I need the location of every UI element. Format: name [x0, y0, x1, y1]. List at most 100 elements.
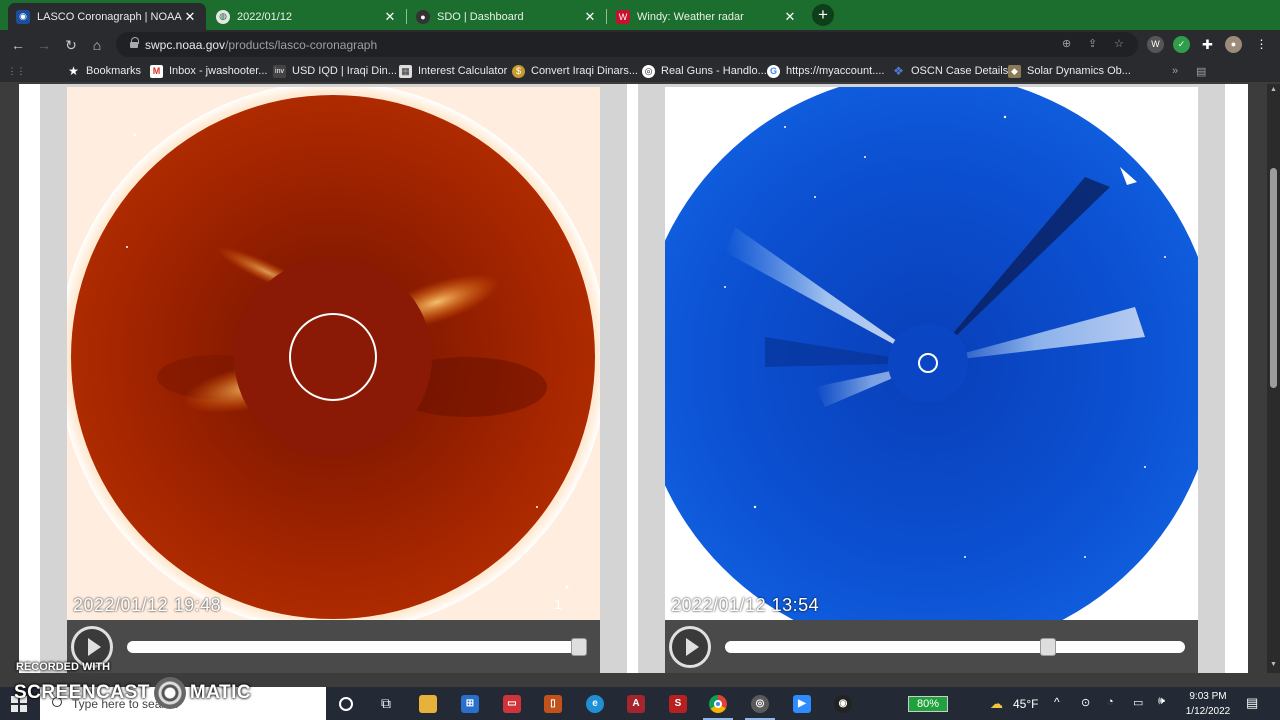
- forward-button[interactable]: →: [34, 35, 54, 55]
- bookmark-item[interactable]: Ghttps://myaccount....: [767, 63, 884, 79]
- scroll-down-icon[interactable]: ▼: [1269, 661, 1278, 668]
- zoom-app-icon[interactable]: ▶: [790, 692, 814, 715]
- c2-slider-thumb[interactable]: [571, 638, 587, 656]
- page-scrollbar[interactable]: ▲ ▼: [1267, 84, 1280, 673]
- tab-lasco-coronagraph[interactable]: ◉ LASCO Coronagraph | NOAA / N ✕: [8, 3, 206, 30]
- url-text: swpc.noaa.gov/products/lasco-coronagraph: [145, 38, 378, 52]
- extension-check-icon[interactable]: ✓: [1173, 36, 1190, 53]
- apps-icon[interactable]: ⋮⋮: [7, 63, 29, 79]
- c2-timeline-slider[interactable]: [127, 638, 587, 656]
- c2-image-svg: [67, 87, 600, 620]
- volume-icon[interactable]: 🕪: [1158, 695, 1165, 708]
- noaa-icon: ◉: [16, 9, 30, 24]
- extensions-puzzle-icon[interactable]: ✚: [1199, 36, 1216, 53]
- home-button[interactable]: ⌂: [87, 35, 107, 55]
- close-icon[interactable]: ✕: [182, 9, 198, 25]
- bookmark-item[interactable]: ◆ Solar Dynamics Ob...: [1008, 63, 1131, 79]
- reading-list-icon[interactable]: ▤: [1196, 63, 1206, 79]
- screencast-icon[interactable]: ◎: [748, 692, 772, 715]
- cortana-icon[interactable]: [334, 692, 358, 715]
- bookmark-item[interactable]: ★ Bookmarks: [67, 63, 141, 79]
- system-clock[interactable]: 9:03 PM 1/12/2022: [1180, 689, 1236, 719]
- c2-player-controls: [67, 620, 600, 673]
- wifi-icon[interactable]: ◔: [1107, 696, 1114, 708]
- google-icon: G: [767, 64, 780, 78]
- browser-toolbar: ← → ↻ ⌂ swpc.noaa.gov/products/lasco-cor…: [0, 30, 1280, 59]
- scroll-thumb[interactable]: [1270, 168, 1277, 388]
- new-tab-button[interactable]: +: [812, 4, 834, 26]
- c3-timeline-slider[interactable]: [725, 638, 1185, 656]
- more-bookmarks-icon[interactable]: »: [1172, 63, 1178, 79]
- notifications-icon[interactable]: ▤: [1246, 695, 1258, 711]
- share-icon[interactable]: ⇪: [1088, 37, 1097, 50]
- app-red-icon[interactable]: ▭: [500, 692, 524, 715]
- page-viewport: 2022/01/12 19:48 1 2022/01/12 13:54 ▲ ▼: [0, 84, 1280, 673]
- tab-windy-weather-radar[interactable]: W Windy: Weather radar ✕: [608, 3, 806, 30]
- tab-2022-01-12[interactable]: ◍ 2022/01/12 ✕: [208, 3, 406, 30]
- c3-play-button[interactable]: [669, 626, 711, 668]
- meet-now-icon[interactable]: ⊙: [1081, 696, 1090, 709]
- chrome-icon[interactable]: [706, 692, 730, 715]
- back-button[interactable]: ←: [8, 35, 28, 55]
- store-icon[interactable]: ⊞: [458, 692, 482, 715]
- bookmark-item[interactable]: ▦ Interest Calculator: [399, 63, 507, 79]
- c3-image-svg: [665, 87, 1198, 620]
- lock-icon: [130, 37, 139, 48]
- battery-icon[interactable]: ▭: [1133, 696, 1143, 709]
- bookmark-item[interactable]: inv USD IQD | Iraqi Din...: [273, 63, 397, 79]
- tab-strip: ◉ LASCO Coronagraph | NOAA / N ✕ ◍ 2022/…: [0, 0, 1280, 30]
- globe-icon: ◍: [216, 9, 230, 24]
- screencast-o-matic-watermark: SCREENCAST MATIC: [14, 677, 251, 709]
- c2-timestamp: 2022/01/12 19:48: [73, 595, 222, 615]
- weather-icon[interactable]: ☁: [990, 696, 1003, 712]
- bookmark-item[interactable]: ◎ Real Guns - Handlo...: [642, 63, 767, 79]
- temperature[interactable]: 45°F: [1013, 697, 1038, 711]
- c3-panel: 2022/01/12 13:54: [638, 84, 1225, 673]
- bookmark-item[interactable]: $ Convert Iraqi Dinars...: [512, 63, 638, 79]
- apps-grid-icon: ⋮⋮: [7, 65, 26, 76]
- bookmark-item[interactable]: M Inbox - jwashooter...: [150, 63, 267, 79]
- tab-separator: [406, 9, 407, 24]
- reload-button[interactable]: ↻: [61, 35, 81, 55]
- c3-slider-thumb[interactable]: [1040, 638, 1057, 656]
- zoom-icon[interactable]: ⊕: [1062, 37, 1071, 50]
- tab-sdo-dashboard[interactable]: ● SDO | Dashboard ✕: [408, 3, 606, 30]
- tab-separator: [606, 9, 607, 24]
- extension-w-icon[interactable]: W: [1147, 36, 1164, 53]
- show-hidden-icons[interactable]: ^: [1054, 695, 1060, 709]
- scroll-up-icon[interactable]: ▲: [1269, 86, 1278, 93]
- page-content: 2022/01/12 19:48 1 2022/01/12 13:54: [19, 84, 1248, 673]
- c2-frame-number: 1: [554, 596, 562, 612]
- close-icon[interactable]: ✕: [382, 9, 398, 25]
- c3-timestamp: 2022/01/12 13:54: [671, 595, 820, 615]
- obs-icon[interactable]: ◉: [831, 692, 855, 715]
- edge-icon[interactable]: e: [583, 692, 607, 715]
- bookmark-item[interactable]: ❖ OSCN Case Details: [892, 63, 1008, 79]
- bookmarks-bar: ⋮⋮ ★ Bookmarks M Inbox - jwashooter... inv…: [0, 59, 1280, 83]
- oscn-icon: ❖: [893, 64, 904, 78]
- task-view-icon[interactable]: ⧉: [374, 692, 398, 715]
- battery-meter[interactable]: 80%: [908, 696, 948, 712]
- star-icon: ★: [68, 64, 79, 78]
- c3-coronagraph-image: 2022/01/12 13:54: [665, 87, 1198, 620]
- star-bookmark-icon[interactable]: ☆: [1114, 37, 1124, 50]
- windy-icon: W: [616, 9, 630, 24]
- address-bar[interactable]: swpc.noaa.gov/products/lasco-coronagraph…: [116, 32, 1138, 57]
- avatar[interactable]: ●: [1225, 36, 1242, 53]
- recorded-with-label: RECORDED WITH: [16, 661, 111, 673]
- close-icon[interactable]: ✕: [782, 9, 798, 25]
- app-orange-icon[interactable]: ▯: [541, 692, 565, 715]
- target-icon: ◎: [642, 64, 655, 78]
- sdo-icon: ●: [416, 9, 430, 24]
- app-s-icon[interactable]: S: [666, 692, 690, 715]
- file-explorer-icon[interactable]: [416, 692, 440, 715]
- exchange-icon: $: [512, 64, 525, 78]
- calculator-icon: ▦: [399, 64, 412, 78]
- c3-player-controls: [665, 620, 1198, 673]
- menu-icon[interactable]: ⋮: [1253, 36, 1270, 53]
- access-icon[interactable]: A: [624, 692, 648, 715]
- c2-coronagraph-image: 2022/01/12 19:48 1: [67, 87, 600, 620]
- close-icon[interactable]: ✕: [582, 9, 598, 25]
- c2-panel: 2022/01/12 19:48 1: [40, 84, 627, 673]
- sdo-icon: ◆: [1008, 64, 1021, 78]
